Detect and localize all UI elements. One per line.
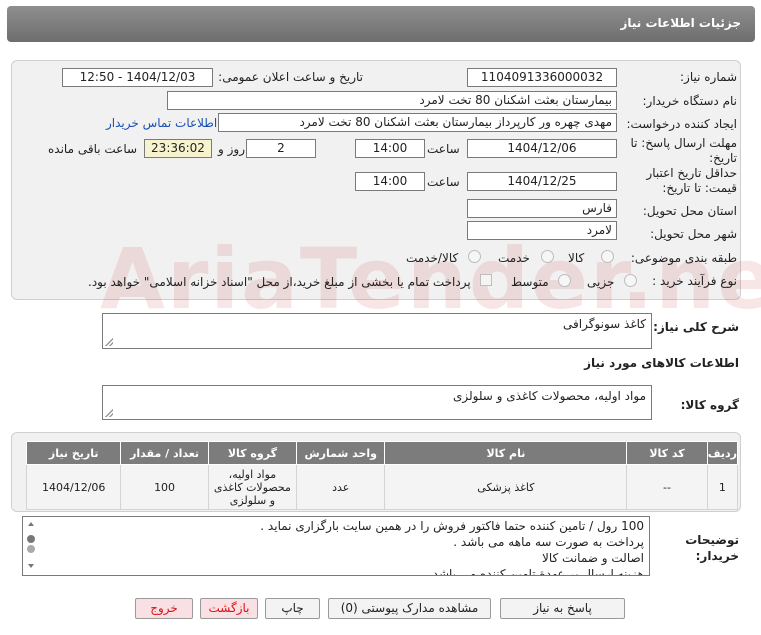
col-row: ردیف	[706, 441, 739, 465]
print-button[interactable]: چاپ	[265, 598, 320, 619]
col-group: گروه کالا	[207, 441, 298, 465]
validity-date-field: 1404/12/25	[467, 172, 617, 191]
items-table-header: ردیف کد کالا نام کالا واحد شمارش گروه کا…	[25, 441, 739, 465]
process-option-medium: متوسط	[511, 275, 549, 289]
category-radio-goods-service[interactable]	[468, 250, 481, 263]
need-number-field: 1104091336000032	[467, 68, 617, 87]
creator-field: مهدی چهره ور کارپرداز بیمارستان بعثت اشک…	[218, 113, 617, 132]
city-label: شهر محل تحویل:	[650, 227, 737, 241]
process-radio-medium[interactable]	[558, 274, 571, 287]
col-code: کد کالا	[626, 441, 708, 465]
deadline-time-label: ساعت	[427, 142, 460, 156]
col-name: نام کالا	[384, 441, 628, 465]
deadline-date-field: 1404/12/06	[467, 139, 617, 158]
col-quantity: تعداد / مقدار	[120, 441, 209, 465]
back-button[interactable]: بازگشت	[200, 598, 258, 619]
process-radio-minor[interactable]	[624, 274, 637, 287]
category-option-goods: کالا	[568, 251, 585, 265]
deadline-time-field: 14:00	[355, 139, 425, 158]
cell-unit: عدد	[296, 464, 386, 510]
buyer-notes-label: توضیحات خریدار:	[685, 533, 739, 563]
need-number-label: شماره نیاز:	[680, 70, 737, 84]
cell-group: مواد اولیه، محصولات کاغذی و سلولزی	[207, 464, 298, 510]
validity-time-label: ساعت	[427, 175, 460, 189]
attachments-button[interactable]: مشاهده مدارک پیوستی (0)	[328, 598, 491, 619]
col-need-date: تاریخ نیاز	[25, 441, 122, 465]
buyer-org-label: نام دستگاه خریدار:	[642, 94, 738, 108]
buyer-notes-textarea[interactable]: 100 رول / تامین کننده حتما فاکتور فروش ر…	[22, 516, 650, 576]
category-radio-goods[interactable]	[601, 250, 614, 263]
items-section-title: اطلاعات کالاهای مورد نیاز	[584, 356, 739, 370]
items-table: ردیف کد کالا نام کالا واحد شمارش گروه کا…	[25, 441, 739, 510]
summary-label: شرح کلی نیاز:	[653, 320, 739, 334]
category-label: طبقه بندی موضوعی:	[630, 251, 737, 265]
category-radio-service[interactable]	[541, 250, 554, 263]
summary-textarea[interactable]: کاغذ سونوگرافی	[102, 313, 652, 349]
creator-label: ایجاد کننده درخواست:	[626, 117, 737, 131]
scrollbar-arrows-icon	[27, 522, 35, 568]
days-label: روز و	[218, 142, 245, 156]
note-line: اصالت و ضمانت کالا	[542, 551, 644, 565]
summary-text: کاغذ سونوگرافی	[563, 317, 646, 331]
page-title: جزئیات اطلاعات نیاز	[620, 16, 741, 30]
province-field: فارس	[467, 199, 617, 218]
validity-time-field: 14:00	[355, 172, 425, 191]
col-unit: واحد شمارش	[296, 441, 386, 465]
goods-group-label: گروه کالا:	[680, 398, 739, 412]
table-row: 1 -- کاغذ پزشکی عدد مواد اولیه، محصولات …	[25, 464, 739, 510]
buyer-org-field: بیمارستان بعثت اشکنان 80 تخت لامرد	[167, 91, 617, 110]
cell-name: کاغذ پزشکی	[384, 464, 628, 510]
reply-button[interactable]: پاسخ به نیاز	[500, 598, 625, 619]
notes-scrollbar[interactable]	[25, 519, 37, 571]
goods-group-textarea[interactable]: مواد اولیه، محصولات کاغذی و سلولزی	[102, 385, 652, 420]
validity-label: حداقل تاریخ اعتبار قیمت: تا تاریخ:	[646, 166, 737, 195]
note-line: هزینه ارسال بر عهدة تامین کننده می باشد …	[425, 567, 644, 576]
announce-field: 1404/12/03 - 12:50	[62, 68, 213, 87]
page-header: جزئیات اطلاعات نیاز	[7, 6, 755, 42]
treasury-payment-checkbox[interactable]	[480, 274, 492, 286]
remaining-time-field: 23:36:02	[144, 139, 212, 158]
note-line: پرداخت به صورت سه ماهه می باشد .	[453, 535, 644, 549]
category-option-service: خدمت	[498, 251, 530, 265]
cell-code: --	[626, 464, 708, 510]
exit-button[interactable]: خروج	[135, 598, 193, 619]
process-option-minor: جزیی	[587, 275, 615, 289]
resize-grip-icon[interactable]	[105, 338, 113, 346]
cell-row: 1	[706, 464, 739, 510]
cell-quantity: 100	[120, 464, 209, 510]
days-field: 2	[246, 139, 316, 158]
buyer-contact-link[interactable]: اطلاعات تماس خریدار	[106, 116, 217, 130]
category-option-goods-service: کالا/خدمت	[406, 251, 459, 265]
city-field: لامرد	[467, 221, 617, 240]
announce-label: تاریخ و ساعت اعلان عمومی:	[218, 70, 363, 84]
remaining-label: ساعت باقی مانده	[48, 142, 138, 156]
goods-group-text: مواد اولیه، محصولات کاغذی و سلولزی	[452, 389, 646, 403]
province-label: استان محل تحویل:	[642, 204, 737, 218]
cell-need-date: 1404/12/06	[25, 464, 122, 510]
note-line: 100 رول / تامین کننده حتما فاکتور فروش ر…	[260, 519, 644, 533]
process-label: نوع فرآیند خرید :	[652, 274, 737, 288]
treasury-payment-text: پرداخت تمام یا بخشی از مبلغ خرید،از محل …	[88, 275, 471, 289]
resize-grip-icon[interactable]	[105, 409, 113, 417]
deadline-label: مهلت ارسال پاسخ: تا تاریخ:	[630, 136, 737, 165]
